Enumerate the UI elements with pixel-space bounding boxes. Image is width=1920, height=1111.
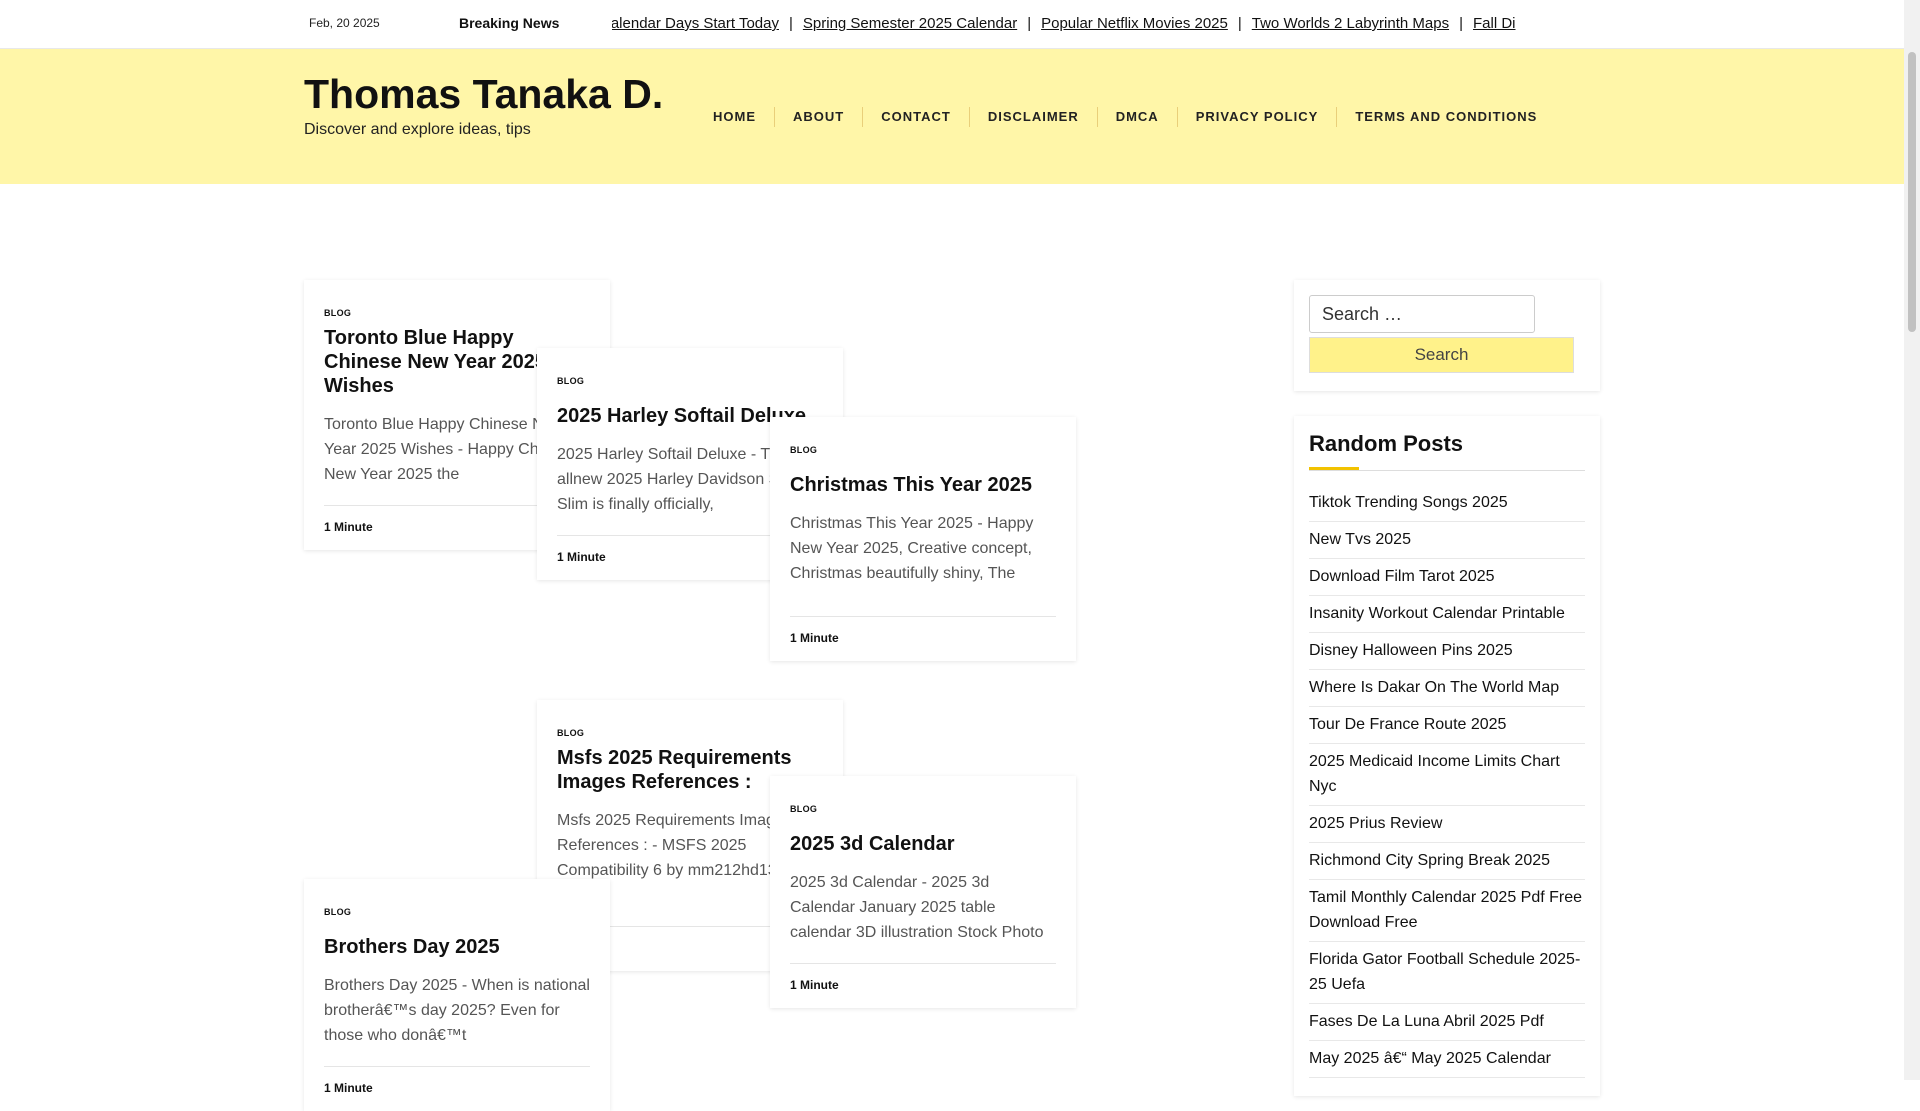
post-title[interactable]: Christmas This Year 2025 [790, 473, 1056, 497]
list-item: Richmond City Spring Break 2025 [1309, 843, 1585, 880]
list-item: Disney Halloween Pins 2025 [1309, 633, 1585, 670]
post-title[interactable]: 2025 3d Calendar [790, 832, 1056, 856]
post-title[interactable]: Brothers Day 2025 [324, 935, 590, 959]
list-item: Tiktok Trending Songs 2025 [1309, 485, 1585, 522]
list-item: Tour De France Route 2025 [1309, 707, 1585, 744]
site-tagline: Discover and explore ideas, tips [304, 121, 531, 138]
random-post-link[interactable]: Florida Gator Football Schedule 2025-25 … [1309, 951, 1580, 993]
site-title[interactable]: Thomas Tanaka D. [304, 71, 663, 118]
read-time: 1 Minute [324, 1066, 590, 1111]
title-underline [1309, 467, 1585, 471]
random-post-link[interactable]: Tiktok Trending Songs 2025 [1309, 494, 1508, 511]
ticker-link[interactable]: Fall Di [1473, 15, 1516, 32]
list-item: Where Is Dakar On The World Map [1309, 670, 1585, 707]
post-card: BLOG Brothers Day 2025 Brothers Day 2025… [304, 879, 610, 1111]
nav-disclaimer[interactable]: DISCLAIMER [968, 107, 1097, 127]
list-item: Insanity Workout Calendar Printable [1309, 596, 1585, 633]
nav-dmca[interactable]: DMCA [1096, 107, 1177, 127]
post-category[interactable]: BLOG [324, 308, 590, 318]
random-post-link[interactable]: New Tvs 2025 [1309, 531, 1411, 548]
list-item: Tamil Monthly Calendar 2025 Pdf Free Dow… [1309, 880, 1585, 942]
news-ticker: Calendar Days Start Today | Spring Semeste… [612, 0, 1602, 48]
random-post-link[interactable]: Richmond City Spring Break 2025 [1309, 852, 1550, 869]
site-header: Thomas Tanaka D. Discover and explore id… [0, 49, 1904, 184]
random-post-link[interactable]: Tour De France Route 2025 [1309, 716, 1506, 733]
post-category[interactable]: BLOG [790, 445, 1056, 455]
post-category[interactable]: BLOG [324, 907, 590, 917]
list-item: Fases De La Luna Abril 2025 Pdf [1309, 1004, 1585, 1041]
current-date: Feb, 20 2025 [309, 16, 380, 30]
post-excerpt: 2025 3d Calendar - 2025 3d Calendar Janu… [790, 874, 1044, 941]
random-post-link[interactable]: Download Film Tarot 2025 [1309, 568, 1495, 585]
post-category[interactable]: BLOG [557, 728, 823, 738]
breaking-news-bar: Feb, 20 2025 Breaking News Calendar Days… [0, 0, 1904, 49]
post-category[interactable]: BLOG [557, 376, 823, 386]
search-input[interactable] [1309, 295, 1535, 333]
nav-home[interactable]: HOME [695, 107, 774, 127]
random-post-link[interactable]: Fases De La Luna Abril 2025 Pdf [1309, 1013, 1544, 1030]
random-post-link[interactable]: 2025 Prius Review [1309, 815, 1442, 832]
post-card: BLOG 2025 3d Calendar 2025 3d Calendar -… [770, 776, 1076, 1008]
scrollbar-thumb[interactable] [1908, 52, 1916, 332]
post-category[interactable]: BLOG [790, 804, 1056, 814]
list-item: New Tvs 2025 [1309, 522, 1585, 559]
ticker-link[interactable]: Popular Netflix Movies 2025 [1041, 15, 1228, 32]
main-nav: HOME ABOUT CONTACT DISCLAIMER DMCA PRIVA… [695, 107, 1555, 127]
random-post-link[interactable]: Insanity Workout Calendar Printable [1309, 605, 1565, 622]
random-post-link[interactable]: Disney Halloween Pins 2025 [1309, 642, 1513, 659]
post-excerpt: Christmas This Year 2025 - Happy New Yea… [790, 515, 1034, 582]
search-widget: Search [1294, 280, 1600, 391]
list-item: 2025 Medicaid Income Limits Chart Nyc [1309, 744, 1585, 806]
random-post-link[interactable]: Where Is Dakar On The World Map [1309, 679, 1559, 696]
nav-privacy-policy[interactable]: PRIVACY POLICY [1176, 107, 1337, 127]
nav-about[interactable]: ABOUT [774, 107, 862, 127]
ticker-link[interactable]: Spring Semester 2025 Calendar [803, 15, 1017, 32]
read-time: 1 Minute [790, 963, 1056, 1008]
list-item: Download Film Tarot 2025 [1309, 559, 1585, 596]
random-post-link[interactable]: Tamil Monthly Calendar 2025 Pdf Free Dow… [1309, 889, 1582, 931]
widget-title: Random Posts [1309, 431, 1464, 456]
list-item: Florida Gator Football Schedule 2025-25 … [1309, 942, 1585, 1004]
random-posts-list: Tiktok Trending Songs 2025 New Tvs 2025 … [1309, 485, 1585, 1078]
ticker-link[interactable]: Two Worlds 2 Labyrinth Maps [1252, 15, 1449, 32]
list-item: 2025 Prius Review [1309, 806, 1585, 843]
random-posts-widget: Random Posts Tiktok Trending Songs 2025 … [1294, 416, 1600, 1096]
random-post-link[interactable]: 2025 Medicaid Income Limits Chart Nyc [1309, 753, 1560, 795]
nav-terms-and-conditions[interactable]: TERMS AND CONDITIONS [1336, 107, 1555, 127]
ticker-link[interactable]: Calendar Days Start Today [612, 15, 779, 32]
post-excerpt: Brothers Day 2025 - When is national bro… [324, 977, 590, 1044]
breaking-news-label: Breaking News [459, 15, 560, 31]
search-button[interactable]: Search [1309, 337, 1574, 373]
read-time: 1 Minute [790, 616, 1056, 661]
random-post-link[interactable]: May 2025 â€“ May 2025 Calendar [1309, 1050, 1551, 1067]
page-scrollbar[interactable] [1904, 0, 1920, 1080]
nav-contact[interactable]: CONTACT [862, 107, 969, 127]
post-card: BLOG Christmas This Year 2025 Christmas … [770, 417, 1076, 661]
list-item: May 2025 â€“ May 2025 Calendar [1309, 1041, 1585, 1078]
